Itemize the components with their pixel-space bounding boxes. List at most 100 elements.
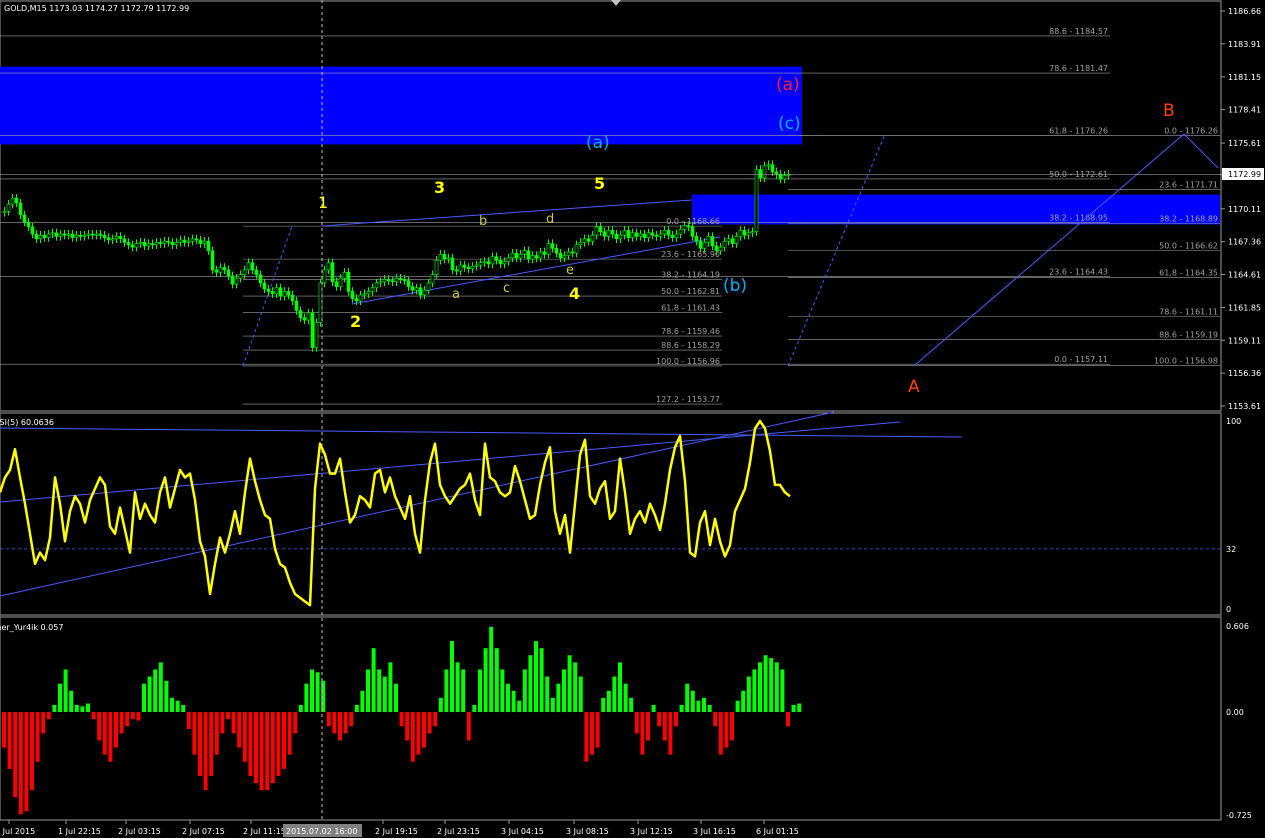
fisher-bar [2,712,6,748]
fisher-bar [164,680,169,713]
candle-body [418,287,423,296]
candle-body [378,281,383,284]
candle-body [154,242,159,246]
candle-body [190,238,195,242]
wave-label-red-paren-a: (a) [776,75,800,95]
wave-label-paren-b: (b) [723,276,747,296]
supply-zone-1 [692,194,1220,225]
candle-body [602,231,607,237]
fisher-bar [416,712,421,755]
candle-body [514,252,519,259]
candle-body [414,287,419,291]
fib-far-label-0: 0.0 - 1176.26 [1164,126,1218,135]
fisher-bar [293,712,298,734]
fisher-bar [724,712,729,748]
candle-body [762,165,767,179]
price-tick-label-6: 1170.11 [1228,205,1261,214]
current-price-label: 1172.99 [1228,170,1261,179]
candle-body [150,243,155,246]
candle-body [226,269,231,277]
fisher-bar [601,697,606,713]
fib-top-label-4: 38.2 - 1168.95 [1049,214,1108,223]
fib-far-label-1: 23.6 - 1171.71 [1159,181,1218,190]
candle-body [386,279,391,281]
candle-body [214,269,219,273]
candle-body [346,271,351,292]
fib-top-label-5: 23.6 - 1164.43 [1049,268,1108,277]
candle-body [86,233,91,236]
time-label-4: 2 Jul 11:15 [243,827,286,836]
candle-body [434,260,439,275]
candle-body [774,171,779,175]
candle-body [554,248,559,254]
fisher-bar [478,669,482,713]
candle-body [654,234,659,237]
fib-far-label-2: 38.2 - 1168.89 [1159,214,1218,223]
fisher-bar [730,712,734,741]
candle-body [270,291,275,295]
candle-body [254,269,259,275]
price-tick-label-0: 1186.66 [1228,7,1261,16]
candle-body [582,238,587,243]
wave-label-d: d [546,212,554,227]
fisher-bar [158,662,163,713]
candle-body [510,252,515,259]
fisher-bar [690,690,695,713]
fisher-bar [556,683,561,713]
fisher-bar [338,712,342,741]
candle-body [302,317,307,321]
fisher-bar [567,655,572,713]
fisher-bar [332,712,337,734]
candle-body [218,267,223,273]
candle-body [74,234,79,238]
fib-mid-label-1: 23.6 - 1165.90 [661,250,720,259]
candle-body [170,242,175,246]
wave-label-big-a: A [908,377,920,397]
candle-body [118,236,123,240]
candle-body [286,291,291,296]
fisher-bar [270,712,275,784]
candle-body [42,234,47,238]
candle-body [470,265,475,269]
fisher-bar [444,669,449,713]
time-label-9: 3 Jul 12:15 [630,827,673,836]
candle-body [26,221,31,228]
fisher-bar [651,704,656,713]
candle-body [354,298,359,302]
candle-body [538,251,543,259]
candle-body [82,234,87,237]
time-label-11: 6 Jul 01:15 [756,827,799,836]
time-label-2: 2 Jul 03:15 [118,827,161,836]
fisher-bar [108,712,113,762]
candle-body [466,267,471,269]
fib-mid-label-5: 78.6 - 1159.46 [661,327,720,336]
candle-body [322,269,327,284]
candle-body [202,240,207,244]
fisher-bar [220,712,225,734]
fisher-bar [7,712,12,769]
candle-body [66,233,71,236]
time-label-5: 2 Jul 19:15 [375,827,418,836]
candle-body [570,251,575,254]
candle-body [246,262,251,271]
fib-mid-label-3: 50.0 - 1162.81 [661,287,720,296]
candle-body [482,261,487,264]
fisher-bar [752,669,757,713]
fisher-bar [517,700,522,713]
fisher-bar [534,641,538,713]
fisher-bar [718,712,723,755]
fisher-bar [18,712,23,815]
candle-body [658,233,663,237]
candle-body [126,242,131,246]
candle-body [750,231,755,234]
candle-body [718,246,723,252]
candle-body [622,230,627,236]
candle-body [462,264,467,268]
fisher-bar [763,655,768,713]
candle-body [578,242,583,246]
candle-body [726,238,731,242]
candle-body [698,240,703,249]
wave-label-a: a [452,287,460,302]
fisher-bar [41,712,46,734]
fisher-bar [634,712,639,734]
